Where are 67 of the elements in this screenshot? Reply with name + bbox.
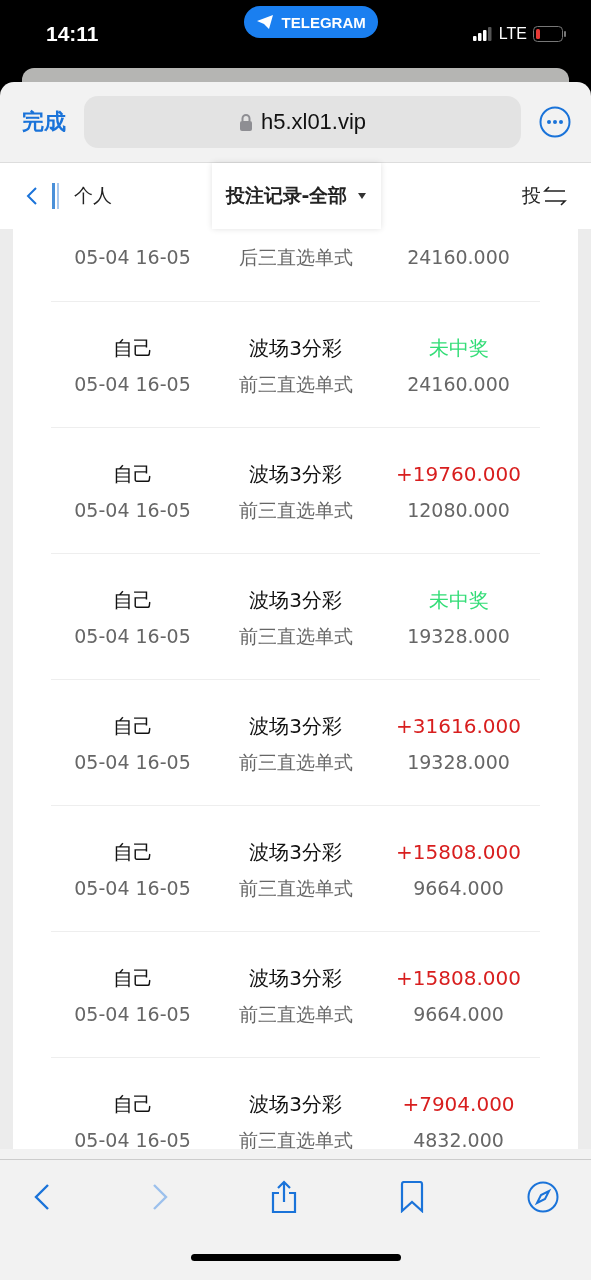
bet-amount: 24160.000 bbox=[407, 372, 510, 397]
bet-time: 05-04 16-05 bbox=[74, 245, 191, 270]
win-amount: +15808.000 bbox=[396, 965, 521, 992]
bet-time: 05-04 16-05 bbox=[74, 1128, 191, 1149]
bet-amount: 9664.000 bbox=[413, 876, 504, 901]
record-filter-dropdown[interactable]: 投注记录-全部 bbox=[211, 163, 382, 229]
bet-link[interactable]: 投 bbox=[522, 183, 541, 209]
personal-link[interactable]: 个人 bbox=[74, 183, 112, 209]
paper-plane-icon bbox=[255, 14, 274, 30]
bet-amount: 24160.000 bbox=[407, 245, 510, 270]
url-text: h5.xl01.vip bbox=[260, 109, 367, 135]
compass-icon[interactable] bbox=[527, 1181, 559, 1213]
win-amount: +31616.000 bbox=[396, 713, 521, 740]
signal-icon bbox=[472, 27, 493, 41]
bettor-name: 自己 bbox=[112, 965, 153, 992]
bettor-name: 自己 bbox=[112, 713, 153, 740]
bettor-name: 自己 bbox=[112, 335, 153, 362]
bettor-name: 自己 bbox=[112, 1091, 153, 1118]
lottery-name: 波场3分彩 bbox=[249, 461, 342, 488]
win-amount: +7904.000 bbox=[402, 1091, 515, 1118]
play-type: 前三直选单式 bbox=[238, 1128, 353, 1149]
bet-time: 05-04 16-05 bbox=[74, 1002, 191, 1027]
lock-icon bbox=[238, 113, 253, 131]
bet-time: 05-04 16-05 bbox=[74, 624, 191, 649]
bet-time: 05-04 16-05 bbox=[74, 876, 191, 901]
play-type: 前三直选单式 bbox=[238, 624, 353, 649]
bet-amount: 9664.000 bbox=[413, 1002, 504, 1027]
play-type: 前三直选单式 bbox=[238, 1002, 353, 1027]
status-time: 14:11 bbox=[46, 22, 99, 46]
lottery-name: 波场3分彩 bbox=[249, 587, 342, 614]
address-bar[interactable]: h5.xl01.vip bbox=[84, 96, 521, 148]
lottery-name: 波场3分彩 bbox=[249, 1091, 342, 1118]
play-type: 前三直选单式 bbox=[238, 498, 353, 523]
app-return-pill[interactable]: TELEGRAM bbox=[243, 6, 378, 38]
bet-time: 05-04 16-05 bbox=[74, 498, 191, 523]
bet-amount: 19328.000 bbox=[407, 750, 510, 775]
no-win-status: 未中奖 bbox=[428, 587, 489, 614]
bet-amount: 19328.000 bbox=[407, 624, 510, 649]
bet-amount: 12080.000 bbox=[407, 498, 510, 523]
more-icon[interactable] bbox=[539, 106, 571, 138]
back-icon[interactable] bbox=[26, 186, 38, 206]
play-type: 后三直选单式 bbox=[238, 245, 353, 270]
play-type: 前三直选单式 bbox=[238, 876, 353, 901]
win-amount: +19760.000 bbox=[396, 461, 521, 488]
lottery-name: 波场3分彩 bbox=[249, 839, 342, 866]
play-type: 前三直选单式 bbox=[238, 750, 353, 775]
win-amount: +15808.000 bbox=[396, 839, 521, 866]
dropdown-caret-icon bbox=[357, 192, 368, 200]
bet-amount: 4832.000 bbox=[413, 1128, 504, 1149]
bet-time: 05-04 16-05 bbox=[74, 750, 191, 775]
swap-arrows-icon[interactable] bbox=[543, 185, 567, 207]
back-icon[interactable] bbox=[34, 1183, 50, 1211]
double-bar-icon bbox=[52, 183, 60, 209]
bet-time: 05-04 16-05 bbox=[74, 372, 191, 397]
lottery-name: 波场3分彩 bbox=[249, 335, 342, 362]
lottery-name: 波场3分彩 bbox=[249, 713, 342, 740]
bookmark-icon[interactable] bbox=[398, 1181, 425, 1213]
done-button[interactable]: 完成 bbox=[22, 107, 66, 137]
play-type: 前三直选单式 bbox=[238, 372, 353, 397]
network-type: LTE bbox=[498, 25, 527, 43]
bettor-name: 自己 bbox=[112, 839, 153, 866]
share-icon[interactable] bbox=[270, 1180, 297, 1214]
bettor-name: 自己 bbox=[112, 461, 153, 488]
bettor-name: 自己 bbox=[112, 587, 153, 614]
lottery-name: 波场3分彩 bbox=[249, 965, 342, 992]
no-win-status: 未中奖 bbox=[428, 335, 489, 362]
battery-icon bbox=[533, 26, 567, 42]
